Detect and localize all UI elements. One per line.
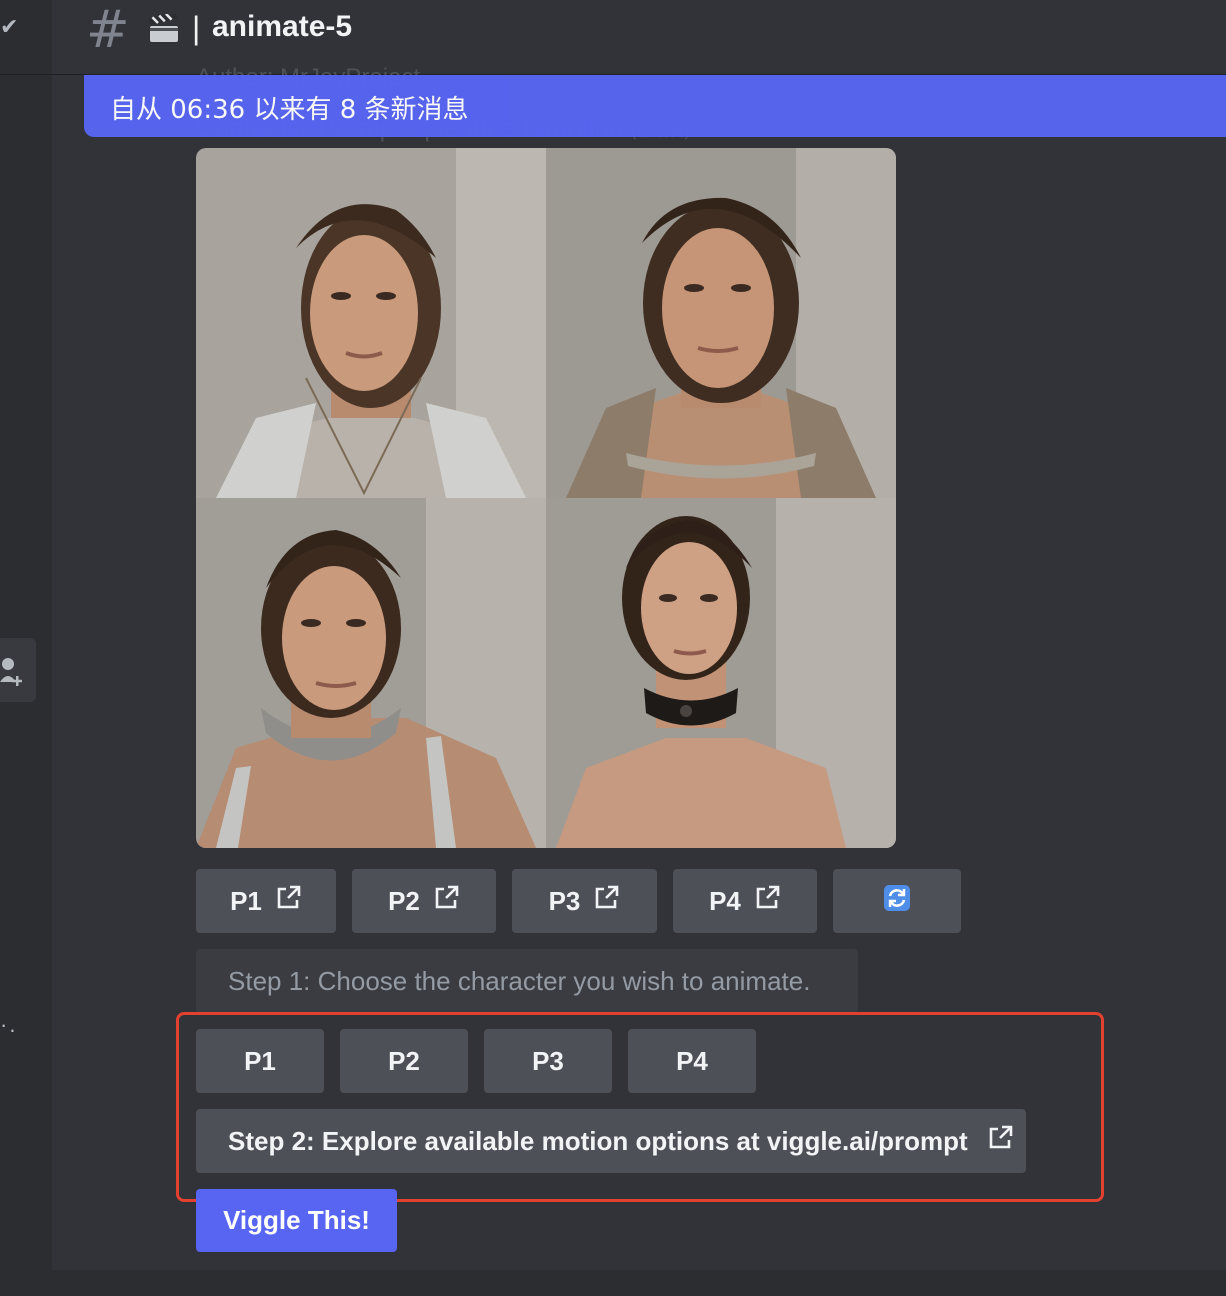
- preview-button-label: P4: [709, 885, 741, 916]
- clapper-icon: [148, 11, 180, 49]
- sidebar-header: ✔: [0, 0, 52, 75]
- generated-image-grid[interactable]: [196, 148, 896, 848]
- channel-name: animate-5: [212, 10, 353, 43]
- step1-text: Step 1: Choose the character you wish to…: [228, 965, 811, 996]
- portrait-image-3[interactable]: [196, 498, 546, 848]
- preview-button-p4[interactable]: P4: [673, 869, 817, 933]
- refresh-icon: [883, 884, 911, 919]
- add-member-icon: [0, 658, 22, 686]
- preview-button-label: P2: [388, 885, 420, 916]
- preview-button-p1[interactable]: P1: [196, 869, 336, 933]
- check-icon: ✔: [0, 14, 19, 39]
- viggle-label: Viggle This!: [223, 1205, 370, 1235]
- viggle-this-button[interactable]: Viggle This!: [196, 1189, 397, 1252]
- new-messages-banner[interactable]: 自从 06:36 以来有 8 条新消息: [84, 75, 1226, 137]
- step1-select[interactable]: Step 1: Choose the character you wish to…: [196, 949, 858, 1013]
- new-messages-text: 自从 06:36 以来有 8 条新消息: [110, 95, 469, 125]
- preview-button-p3[interactable]: P3: [512, 869, 657, 933]
- preview-button-label: P1: [230, 885, 262, 916]
- portrait-image-1[interactable]: [196, 148, 546, 498]
- external-link-icon: [753, 884, 781, 919]
- external-link-icon: [274, 884, 302, 919]
- regenerate-button[interactable]: [833, 869, 961, 933]
- header-separator: |: [192, 10, 201, 46]
- highlight-annotation: [176, 1012, 1104, 1202]
- portrait-image-4[interactable]: [546, 498, 896, 848]
- preview-button-p2[interactable]: P2: [352, 869, 496, 933]
- hash-icon: #: [86, 0, 130, 60]
- server-sidebar: ✔ ·.: [0, 0, 52, 1296]
- portrait-image-2[interactable]: [546, 148, 896, 498]
- preview-button-label: P3: [548, 885, 581, 916]
- external-link-icon: [592, 884, 620, 919]
- more-icon: ·.: [0, 1012, 18, 1037]
- composer-area: [52, 1270, 1226, 1296]
- external-link-icon: [432, 884, 460, 919]
- add-member-button[interactable]: [0, 638, 36, 702]
